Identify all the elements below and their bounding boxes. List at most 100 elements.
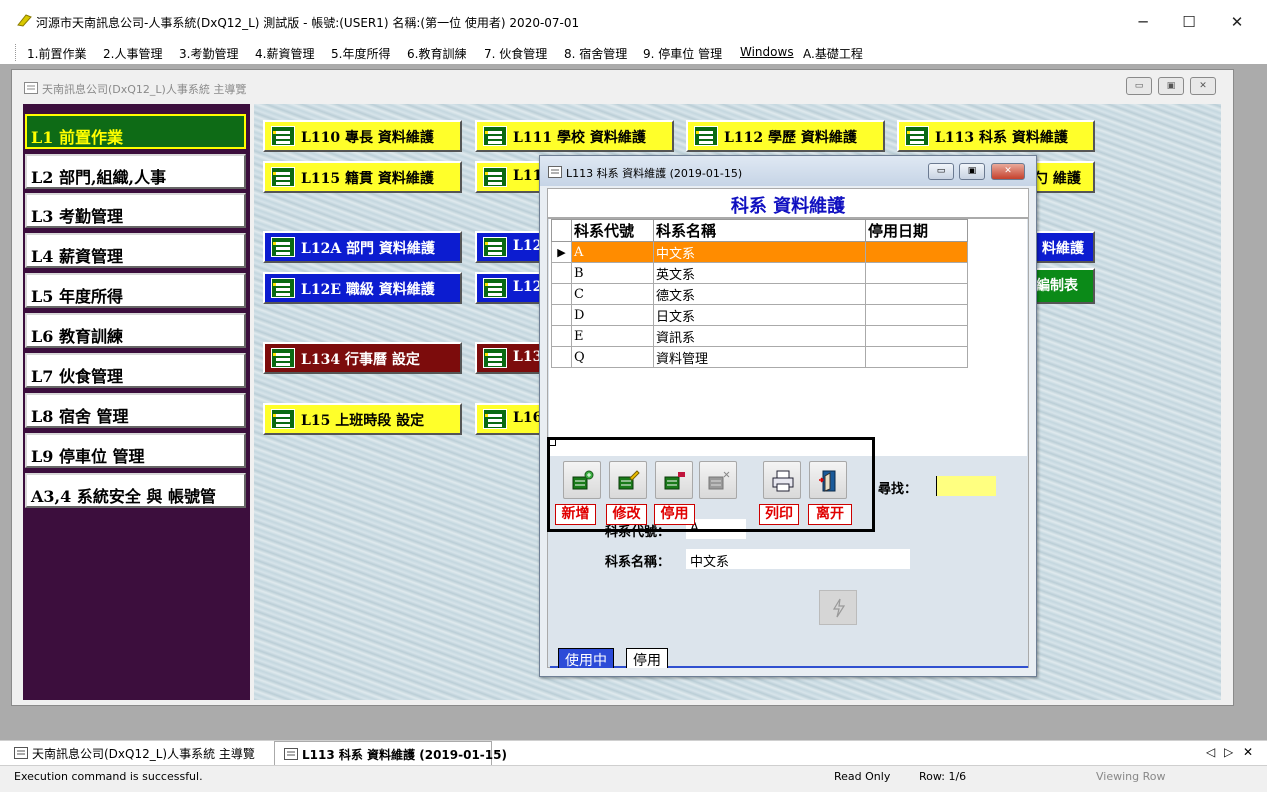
add-record-icon <box>572 470 594 490</box>
nav-l9-parking[interactable]: L9 停車位 管理 <box>25 433 246 468</box>
tile-l12e-grade[interactable]: L12E 職級 資料維護 <box>263 272 462 304</box>
taskbar-next-icon[interactable]: ▷ <box>1224 745 1233 759</box>
tile-l12b[interactable]: L12 <box>475 231 545 263</box>
tile-l12a-department[interactable]: L12A 部門 資料維護 <box>263 231 462 263</box>
cell-code[interactable]: A <box>571 241 654 263</box>
tile-l12f[interactable]: L12 <box>475 272 545 304</box>
search-input[interactable] <box>936 476 996 496</box>
dialog-restore-button[interactable]: ▣ <box>959 163 985 180</box>
nav-l6-training[interactable]: L6 教育訓練 <box>25 313 246 348</box>
cell-code[interactable]: B <box>571 262 654 284</box>
menu-item-hr[interactable]: 2.人事管理 <box>103 45 162 62</box>
table-row[interactable]: ▶ A 中文系 <box>551 241 968 263</box>
menu-item-base[interactable]: A.基礎工程 <box>803 45 863 62</box>
add-button[interactable] <box>563 461 601 499</box>
tile-l111-school[interactable]: L111 學校 資料維護 <box>475 120 674 152</box>
cell-name[interactable]: 日文系 <box>653 304 866 326</box>
tile-l16[interactable]: L16 <box>475 403 545 435</box>
edit-button[interactable] <box>609 461 647 499</box>
column-header-code[interactable]: 科系代號 <box>571 219 654 242</box>
minimize-button[interactable]: ─ <box>1120 10 1166 34</box>
cell-disable-date[interactable] <box>865 325 968 347</box>
menu-item-attendance[interactable]: 3.考勤管理 <box>179 45 238 62</box>
dialog-close-button[interactable]: ✕ <box>991 163 1025 180</box>
tab-disabled[interactable]: 停用 <box>626 648 668 669</box>
tile-l115-origin[interactable]: L115 籍貫 資料維護 <box>263 161 462 193</box>
name-field[interactable]: 中文系 <box>686 549 910 570</box>
app-logo-icon <box>17 14 32 27</box>
menu-item-payroll[interactable]: 4.薪資管理 <box>255 45 314 62</box>
menu-item-annual-income[interactable]: 5.年度所得 <box>331 45 390 62</box>
child-minimize-button[interactable]: ▭ <box>1126 77 1152 95</box>
tile-label: L113 科系 資料維護 <box>935 130 1068 146</box>
tile-l13x[interactable]: L13 <box>475 342 545 374</box>
delete-button[interactable] <box>699 461 737 499</box>
nav-l8-dorm[interactable]: L8 宿舍 管理 <box>25 393 246 428</box>
form-icon <box>483 278 507 298</box>
tab-active[interactable]: 使用中 <box>558 648 614 669</box>
child-restore-button[interactable]: ▣ <box>1158 77 1184 95</box>
disable-button[interactable] <box>655 461 693 499</box>
tile-l112-education[interactable]: L112 學歷 資料維護 <box>686 120 885 152</box>
cell-name[interactable]: 德文系 <box>653 283 866 305</box>
nav-l1-setup[interactable]: L1 前置作業 <box>25 114 246 149</box>
cell-disable-date[interactable] <box>865 241 968 263</box>
tile-l11x[interactable]: L11 <box>475 161 545 193</box>
status-tabs: 使用中 停用 <box>550 648 1028 669</box>
tile-l12-establishment[interactable]: 編制表 <box>1030 268 1095 304</box>
tile-l12-right[interactable]: 料維護 <box>1030 231 1095 263</box>
cell-code[interactable]: E <box>571 325 654 347</box>
dialog-minimize-button[interactable]: ▭ <box>928 163 954 180</box>
nav-l7-meals[interactable]: L7 伙食管理 <box>25 353 246 388</box>
table-row[interactable]: D 日文系 <box>551 304 968 326</box>
cell-name[interactable]: 資料管理 <box>653 346 866 368</box>
child-close-button[interactable]: ✕ <box>1190 77 1216 95</box>
taskbar-prev-icon[interactable]: ◁ <box>1206 745 1215 759</box>
cell-name[interactable]: 中文系 <box>653 241 866 263</box>
maximize-button[interactable]: ☐ <box>1166 10 1212 34</box>
tile-l113-department[interactable]: L113 科系 資料維護 <box>897 120 1095 152</box>
cell-code[interactable]: D <box>571 304 654 326</box>
cell-name[interactable]: 資訊系 <box>653 325 866 347</box>
table-row[interactable]: C 德文系 <box>551 283 968 305</box>
taskbar-close-icon[interactable]: ✕ <box>1243 745 1253 759</box>
nav-l5-annual-income[interactable]: L5 年度所得 <box>25 273 246 308</box>
nav-l3-attendance[interactable]: L3 考勤管理 <box>25 193 246 228</box>
cell-code[interactable]: Q <box>571 346 654 368</box>
menu-item-setup[interactable]: 1.前置作業 <box>27 45 86 62</box>
menu-item-training[interactable]: 6.教育訓練 <box>407 45 466 62</box>
menu-item-dorm[interactable]: 8. 宿舍管理 <box>564 45 627 62</box>
form-icon <box>271 348 295 368</box>
table-row[interactable]: E 資訊系 <box>551 325 968 347</box>
exit-button[interactable] <box>809 461 847 499</box>
nav-l2-department[interactable]: L2 部門,組織,人事 <box>25 154 246 189</box>
taskbar-item-main[interactable]: 天南訊息公司(DxQ12_L)人事系統 主導覽 <box>32 745 255 762</box>
department-maintenance-dialog: L113 科系 資料維護 (2019-01-15) ▭ ▣ ✕ 科系 資料維護 … <box>539 155 1037 677</box>
print-button[interactable] <box>763 461 801 499</box>
cell-disable-date[interactable] <box>865 346 968 368</box>
edit-record-icon <box>618 470 640 490</box>
column-header-disable-date[interactable]: 停用日期 <box>865 219 968 242</box>
menu-item-parking[interactable]: 9. 停車位 管理 <box>643 45 722 62</box>
tile-l11-right[interactable]: 勺 維護 <box>1030 161 1095 193</box>
tile-l15-shift[interactable]: L15 上班時段 設定 <box>263 403 462 435</box>
table-row[interactable]: B 英文系 <box>551 262 968 284</box>
close-button[interactable]: ✕ <box>1214 10 1260 34</box>
tile-l110-specialty[interactable]: L110 專長 資料維護 <box>263 120 462 152</box>
cell-code[interactable]: C <box>571 283 654 305</box>
cell-disable-date[interactable] <box>865 262 968 284</box>
current-row-indicator: ▶ <box>551 241 572 263</box>
cell-disable-date[interactable] <box>865 283 968 305</box>
column-header-name[interactable]: 科系名稱 <box>653 219 866 242</box>
taskbar-item-dialog-tab[interactable]: L113 科系 資料維護 (2019-01-15) <box>274 741 507 766</box>
cell-name[interactable]: 英文系 <box>653 262 866 284</box>
table-row[interactable]: Q 資料管理 <box>551 346 968 368</box>
nav-l4-payroll[interactable]: L4 薪資管理 <box>25 233 246 268</box>
form-icon <box>271 167 295 187</box>
nav-a34-security[interactable]: A3,4 系統安全 與 帳號管 <box>25 473 246 508</box>
menu-item-meals[interactable]: 7. 伙食管理 <box>484 45 547 62</box>
menu-item-windows[interactable]: Windows <box>740 45 794 59</box>
cell-disable-date[interactable] <box>865 304 968 326</box>
save-button[interactable] <box>819 590 857 625</box>
tile-l134-calendar[interactable]: L134 行事曆 設定 <box>263 342 462 374</box>
